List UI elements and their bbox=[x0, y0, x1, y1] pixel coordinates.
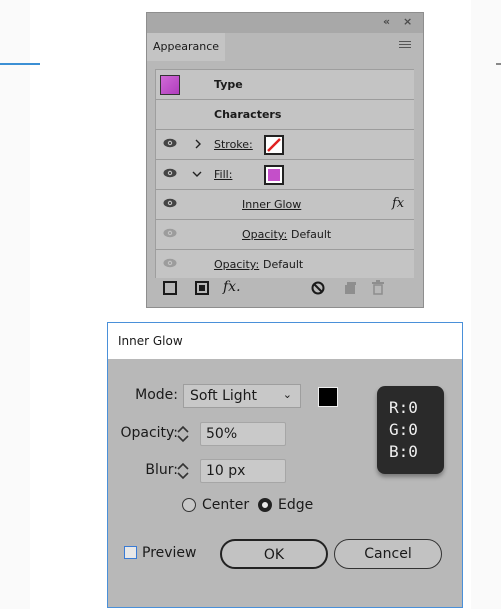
clear-appearance-icon[interactable] bbox=[311, 281, 325, 295]
eye-icon[interactable] bbox=[163, 258, 177, 268]
rgb-b-value: B:0 bbox=[389, 442, 418, 461]
fx-icon[interactable]: fx bbox=[392, 196, 404, 211]
mode-value: Soft Light bbox=[190, 388, 258, 404]
duplicate-item-icon bbox=[345, 282, 356, 294]
blur-field[interactable]: 10 px bbox=[176, 459, 286, 483]
eye-icon[interactable] bbox=[163, 138, 177, 148]
opacity-label[interactable]: Opacity: bbox=[214, 258, 259, 271]
collapse-icon[interactable]: « bbox=[383, 15, 390, 28]
fill-opacity-value: Default bbox=[291, 228, 332, 241]
guide-mark bbox=[496, 63, 501, 65]
opacity-value: Default bbox=[263, 258, 304, 271]
chevron-down-icon[interactable] bbox=[192, 170, 202, 178]
add-effect-icon[interactable]: fx. bbox=[223, 279, 241, 295]
mode-select[interactable]: Soft Light ⌄ bbox=[183, 384, 301, 408]
stepper-icon[interactable] bbox=[176, 424, 190, 444]
stroke-swatch[interactable] bbox=[264, 135, 284, 155]
add-fill-icon[interactable] bbox=[195, 281, 209, 295]
panel-menu-icon[interactable] bbox=[399, 41, 411, 50]
fill-label[interactable]: Fill: bbox=[214, 168, 232, 181]
rgb-readout: R:0 G:0 B:0 bbox=[377, 386, 444, 474]
type-thumbnail bbox=[160, 75, 180, 95]
blur-input[interactable]: 10 px bbox=[200, 459, 286, 483]
checkbox-icon[interactable] bbox=[124, 546, 137, 559]
dialog-title: Inner Glow bbox=[108, 323, 462, 359]
edge-label: Edge bbox=[278, 497, 314, 513]
eye-icon[interactable] bbox=[163, 198, 177, 208]
fill-opacity-label[interactable]: Opacity: bbox=[242, 228, 287, 241]
row-characters[interactable]: Characters bbox=[156, 100, 414, 130]
eye-icon[interactable] bbox=[163, 168, 177, 178]
no-stroke-icon bbox=[267, 138, 281, 152]
type-label: Type bbox=[214, 78, 243, 91]
row-inner-glow[interactable]: Inner Glow fx bbox=[156, 190, 414, 220]
fill-swatch[interactable] bbox=[264, 165, 284, 185]
inner-glow-dialog: Inner Glow Mode: Soft Light ⌄ Opacity: 5… bbox=[107, 322, 463, 608]
tab-appearance[interactable]: Appearance bbox=[147, 33, 225, 61]
trash-icon bbox=[372, 280, 384, 295]
page-background-right bbox=[471, 0, 501, 609]
chevron-down-icon: ⌄ bbox=[282, 388, 292, 401]
blur-label: Blur: bbox=[145, 462, 178, 478]
page-background-left bbox=[0, 0, 30, 609]
inner-glow-link[interactable]: Inner Glow bbox=[242, 198, 301, 211]
opacity-field-label: Opacity: bbox=[120, 425, 178, 441]
row-opacity[interactable]: Opacity: Default bbox=[156, 250, 414, 279]
row-type[interactable]: Type bbox=[156, 70, 414, 100]
preview-label: Preview bbox=[142, 545, 197, 561]
rgb-g-value: G:0 bbox=[389, 420, 418, 439]
row-fill[interactable]: Fill: bbox=[156, 160, 414, 190]
radio-checked-icon[interactable] bbox=[258, 498, 272, 512]
glow-color-swatch[interactable] bbox=[318, 387, 338, 407]
rgb-r-value: R:0 bbox=[389, 398, 418, 417]
appearance-panel: « × Appearance Type Characters Stroke: F… bbox=[146, 12, 424, 308]
panel-footer: fx. bbox=[157, 279, 413, 299]
stepper-icon[interactable] bbox=[176, 461, 190, 481]
appearance-list: Type Characters Stroke: Fill: Inner Glow… bbox=[155, 69, 414, 278]
characters-label: Characters bbox=[214, 108, 282, 121]
ok-button[interactable]: OK bbox=[220, 539, 328, 569]
row-stroke[interactable]: Stroke: bbox=[156, 130, 414, 160]
panel-title-bar: « × bbox=[147, 13, 423, 33]
mode-label: Mode: bbox=[135, 387, 178, 403]
radio-unchecked-icon[interactable] bbox=[182, 498, 196, 512]
eye-icon[interactable] bbox=[163, 228, 177, 238]
close-icon[interactable]: × bbox=[403, 15, 412, 28]
guide-line bbox=[0, 63, 40, 65]
add-stroke-icon[interactable] bbox=[163, 281, 177, 295]
row-fill-opacity[interactable]: Opacity: Default bbox=[156, 220, 414, 250]
chevron-right-icon[interactable] bbox=[194, 139, 202, 149]
cancel-button[interactable]: Cancel bbox=[334, 539, 442, 569]
center-label: Center bbox=[202, 497, 250, 513]
opacity-field[interactable]: 50% bbox=[176, 422, 286, 446]
stroke-label[interactable]: Stroke: bbox=[214, 138, 253, 151]
opacity-input[interactable]: 50% bbox=[200, 422, 286, 446]
